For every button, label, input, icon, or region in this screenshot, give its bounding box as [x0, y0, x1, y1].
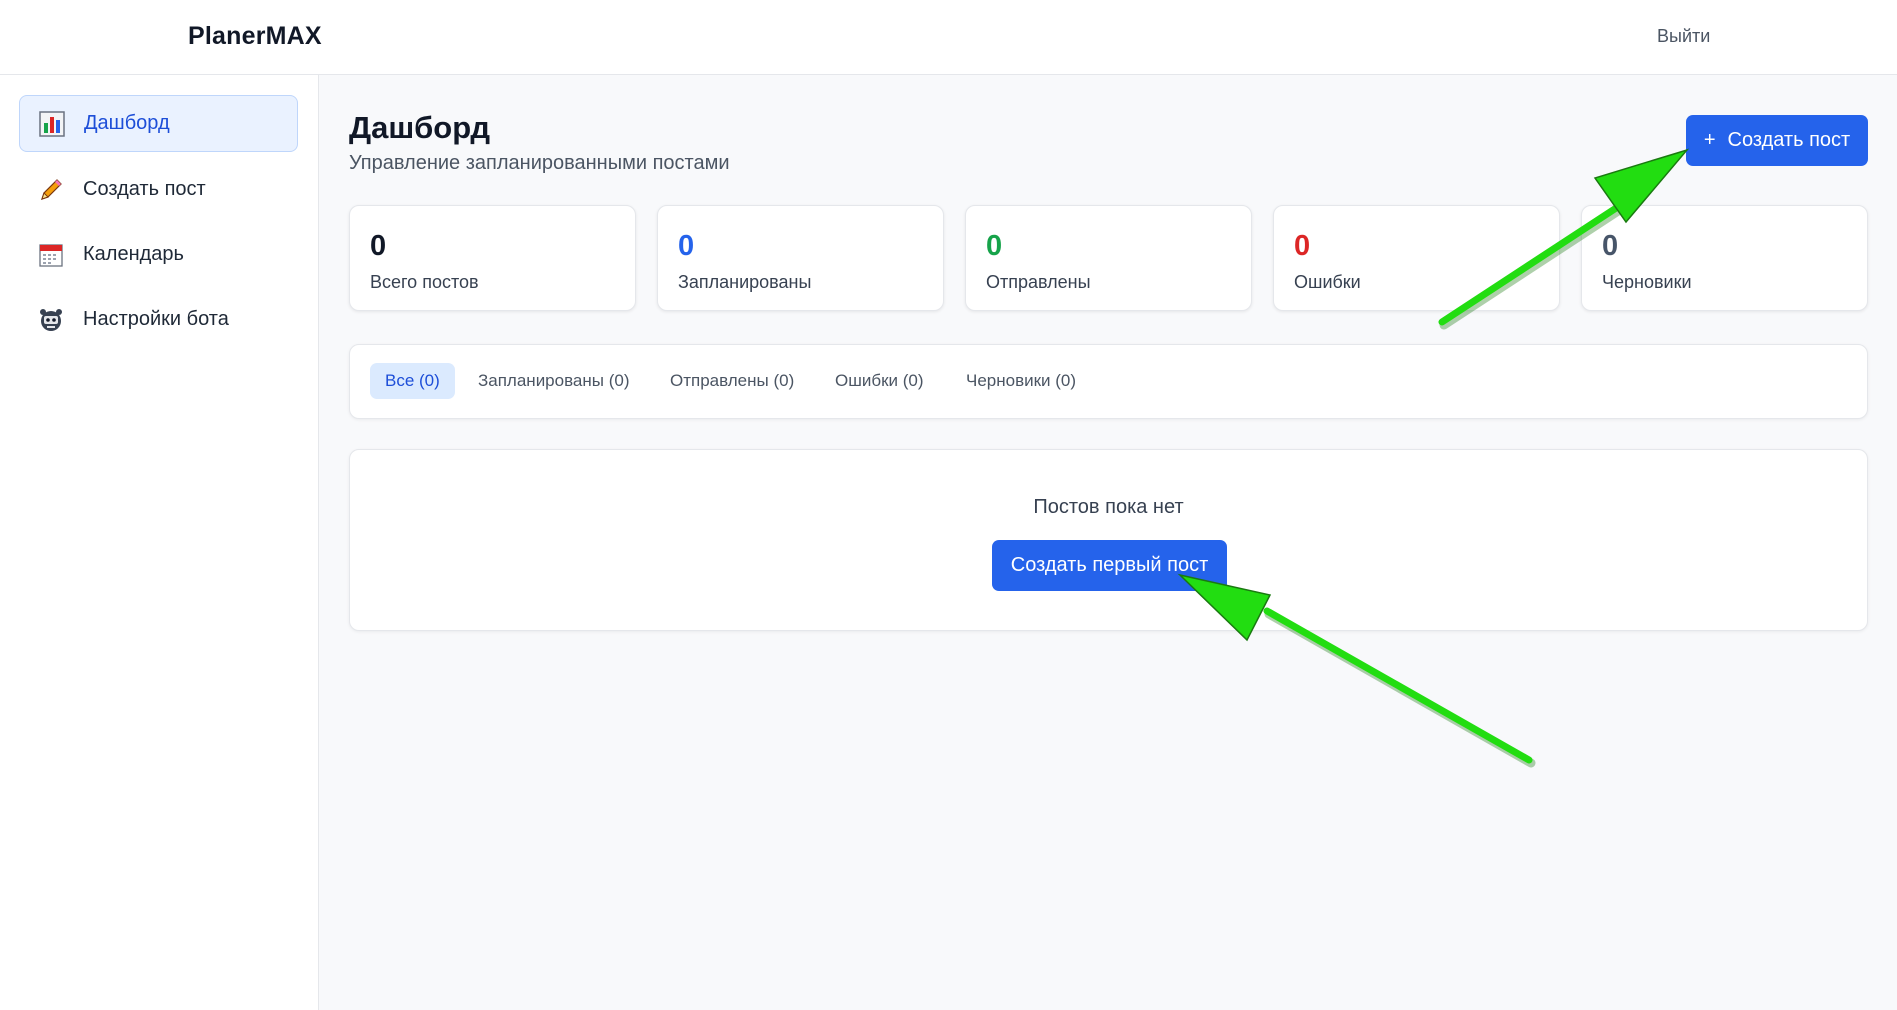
plus-icon: +	[1703, 129, 1716, 151]
sidebar: Дашборд Создать пост Календарь Настройки…	[0, 75, 319, 1010]
tab-all[interactable]: Все (0)	[370, 363, 455, 399]
sidebar-item-dashboard[interactable]: Дашборд	[19, 95, 298, 152]
robot-icon	[37, 306, 65, 334]
stat-value: 0	[986, 230, 1003, 262]
stat-value: 0	[370, 230, 387, 262]
sidebar-item-calendar[interactable]: Календарь	[19, 226, 298, 283]
create-post-button-label: Создать пост	[1727, 129, 1851, 151]
bar-chart-icon	[38, 110, 66, 138]
tab-errors[interactable]: Ошибки (0)	[820, 363, 939, 399]
create-first-post-button[interactable]: Создать первый пост	[992, 540, 1227, 591]
stat-value: 0	[1602, 230, 1619, 262]
stat-value: 0	[1294, 230, 1311, 262]
sidebar-item-bot-settings[interactable]: Настройки бота	[19, 291, 298, 348]
stat-label: Всего постов	[370, 272, 479, 292]
sidebar-item-label: Создать пост	[83, 178, 206, 200]
brand-logo: PlanerMAX	[188, 22, 322, 50]
sidebar-item-label: Настройки бота	[83, 308, 229, 330]
page-title: Дашборд	[349, 110, 491, 145]
stat-label: Ошибки	[1294, 272, 1361, 292]
sidebar-item-label: Дашборд	[84, 112, 170, 134]
create-post-button[interactable]: + Создать пост	[1686, 115, 1868, 166]
empty-state: Постов пока нет Создать первый пост	[349, 449, 1868, 631]
stat-card-errors: 0 Ошибки	[1273, 205, 1560, 311]
filter-tabs: Все (0) Запланированы (0) Отправлены (0)…	[349, 344, 1868, 419]
stat-card-sent: 0 Отправлены	[965, 205, 1252, 311]
pencil-icon	[37, 176, 65, 204]
logout-link[interactable]: Выйти	[1657, 26, 1710, 47]
stat-label: Запланированы	[678, 272, 812, 292]
stat-card-scheduled: 0 Запланированы	[657, 205, 944, 311]
calendar-icon	[37, 241, 65, 269]
tab-drafts[interactable]: Черновики (0)	[951, 363, 1091, 399]
empty-state-message: Постов пока нет	[1033, 496, 1184, 518]
tab-sent[interactable]: Отправлены (0)	[655, 363, 809, 399]
stat-card-total: 0 Всего постов	[349, 205, 636, 311]
top-bar: PlanerMAX Выйти	[0, 0, 1897, 75]
stat-card-drafts: 0 Черновики	[1581, 205, 1868, 311]
stat-label: Черновики	[1602, 272, 1692, 292]
stat-label: Отправлены	[986, 272, 1091, 292]
sidebar-item-label: Календарь	[83, 243, 184, 265]
page-subtitle: Управление запланированными постами	[349, 152, 730, 174]
sidebar-item-create-post[interactable]: Создать пост	[19, 161, 298, 218]
tab-scheduled[interactable]: Запланированы (0)	[463, 363, 645, 399]
stat-value: 0	[678, 230, 695, 262]
